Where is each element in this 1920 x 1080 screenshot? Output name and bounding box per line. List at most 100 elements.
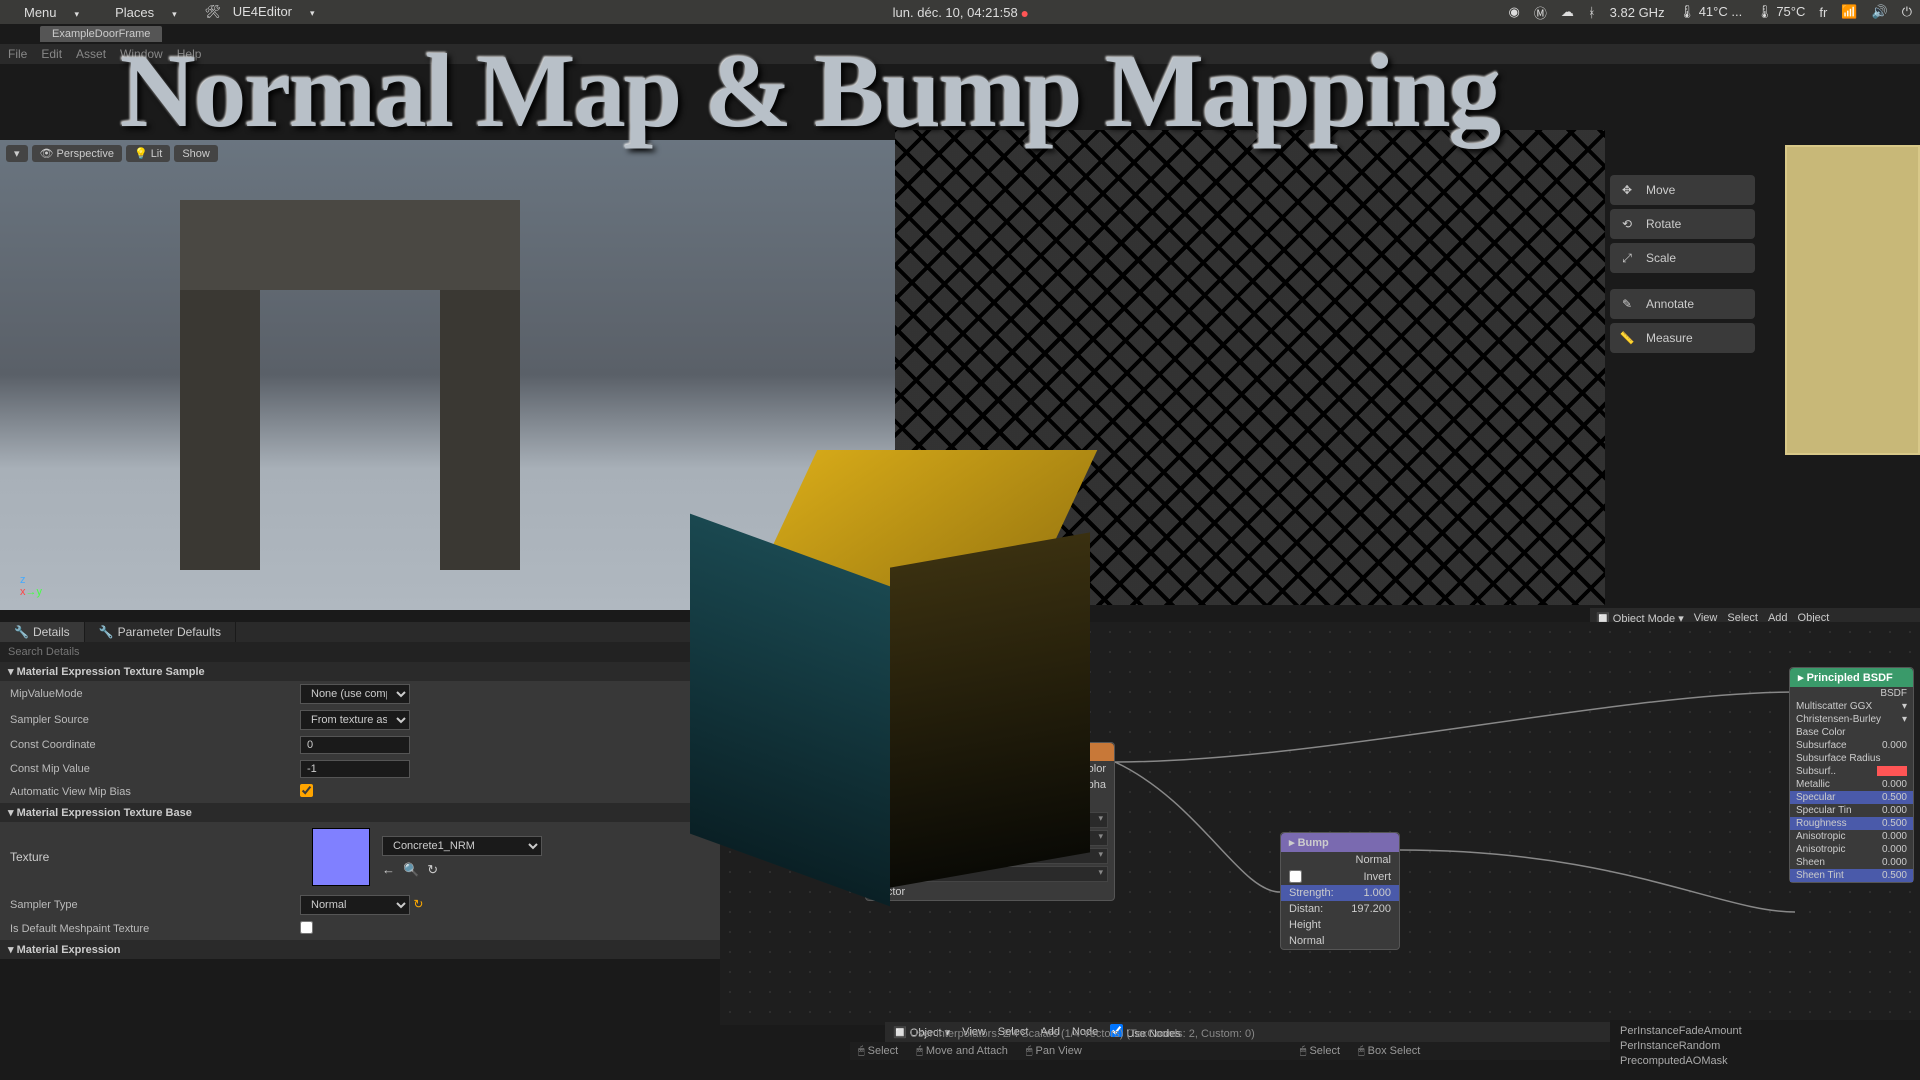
list-item[interactable]: PerInstanceRandom [1620,1039,1910,1054]
constmip-input[interactable] [300,760,410,778]
image-icon[interactable]: 🖼 [874,795,888,808]
output-alpha[interactable]: Alpha [1078,779,1106,791]
samplertype-select[interactable]: Normal [300,895,410,915]
label-constmip: Const Mip Value [10,763,300,775]
tool-rotate[interactable]: ⟲Rotate [1610,209,1755,239]
constcoord-input[interactable] [300,736,410,754]
tab-parameter-defaults[interactable]: 🔧 Parameter Defaults [85,622,236,642]
node-header[interactable]: ▸ Bump [1281,833,1399,852]
rotate-icon: ⟲ [1618,215,1636,233]
network-icon[interactable]: 📶 [1841,4,1857,20]
mipvaluemode-select[interactable]: None (use computed mip level) [300,684,410,704]
menu-window[interactable]: Window [120,47,163,61]
section-header[interactable]: ▾ Material Expression [0,940,720,959]
clock: lun. déc. 10, 04:21:58 [893,5,1028,20]
node-header[interactable] [866,743,1114,761]
principled-bsdf-node[interactable]: ▸ Principled BSDF BSDF Multiscatter GGX▾… [1789,667,1914,883]
bsdf-param[interactable]: Subsurface0.000 [1790,739,1913,752]
unlink-icon[interactable]: ✕ [910,795,919,808]
bsdf-param[interactable]: Sheen Tint0.500 [1790,869,1913,882]
menu-asset[interactable]: Asset [76,47,106,61]
strength-field[interactable]: Strength:1.000 [1281,885,1399,901]
automip-checkbox[interactable] [300,784,313,797]
samplersource-select[interactable]: From texture asset [300,710,410,730]
show-button[interactable]: Show [174,145,218,162]
tool-scale[interactable]: ⤢Scale [1610,243,1755,273]
viewport-dropdown[interactable]: ▾ [6,145,28,162]
invert-checkbox[interactable] [1289,870,1302,883]
input-normal[interactable]: Normal [1289,935,1324,947]
bsdf-param[interactable]: Roughness0.500 [1790,817,1913,830]
search-details-input[interactable] [0,642,720,662]
browse-asset-icon[interactable]: 🔍 [403,862,419,878]
bsdf-param[interactable]: Anisotropic0.000 [1790,830,1913,843]
blender-3d-viewport[interactable] [895,130,1605,605]
list-item[interactable]: PrecomputedAOMask [1620,1054,1910,1069]
tray-icon[interactable]: ◉ [1508,4,1519,20]
lit-button[interactable]: 💡 Lit [126,145,170,162]
output-color[interactable]: Color [1080,763,1106,775]
places-button[interactable]: Places▾ [99,3,193,22]
defaultmesh-checkbox[interactable] [300,921,313,934]
tool-panel: ✥Move ⟲Rotate ⤢Scale ✎Annotate 📏Measure [1610,175,1755,353]
interp-select[interactable] [872,812,1108,828]
tab-exampledoorframe[interactable]: ExampleDoorFrame [40,26,162,42]
bsdf-param[interactable]: Base Color [1790,726,1913,739]
tool-move[interactable]: ✥Move [1610,175,1755,205]
label-texture: Texture [10,850,300,864]
section-header[interactable]: ▾ Material Expression Texture Sample [0,662,720,681]
app-indicator[interactable]: 🛠 UE4Editor▾ [197,2,331,22]
output-normal[interactable]: Normal [1356,854,1391,866]
bsdf-param[interactable]: Sheen0.000 [1790,856,1913,869]
sss-method-select[interactable]: Christensen-Burley▾ [1790,713,1913,726]
tool-measure[interactable]: 📏Measure [1610,323,1755,353]
output-bsdf[interactable]: BSDF [1880,688,1907,699]
temp1: 🌡 41°C ... [1679,4,1743,20]
reset-icon[interactable]: ↻ [413,897,423,911]
section-header[interactable]: ▾ Material Expression Texture Base [0,803,720,822]
texture-thumbnail[interactable] [312,828,370,886]
tool-annotate[interactable]: ✎Annotate [1610,289,1755,319]
tab-details[interactable]: 🔧 Details [0,622,85,642]
scale-icon: ⤢ [1618,249,1636,267]
label-mipvaluemode: MipValueMode [10,688,300,700]
bsdf-param[interactable]: Anisotropic0.000 [1790,843,1913,856]
projection-select[interactable] [872,830,1108,846]
temp2: 🌡 75°C [1756,4,1805,20]
uv-image-panel[interactable] [1785,145,1920,455]
menu-edit[interactable]: Edit [41,47,62,61]
distribution-select[interactable]: Multiscatter GGX▾ [1790,700,1913,713]
tray-icon[interactable]: Ⓜ [1534,3,1547,22]
bsdf-param[interactable]: Subsurf.. [1790,765,1913,778]
bsdf-param[interactable]: Subsurface Radius [1790,752,1913,765]
volume-icon[interactable]: 🔊 [1872,4,1888,20]
open-icon[interactable]: 📁 [892,795,906,808]
distance-field[interactable]: Distan:197.200 [1281,901,1399,917]
reset-asset-icon[interactable]: ↻ [427,862,438,878]
lang-indicator[interactable]: fr [1819,5,1827,20]
bsdf-param[interactable]: Specular0.500 [1790,791,1913,804]
ue4-3d-viewport[interactable]: zx→y [0,140,895,610]
input-height[interactable]: Height [1289,919,1321,931]
input-vector[interactable]: Vector [874,886,905,898]
bsdf-param[interactable]: Specular Tin0.000 [1790,804,1913,817]
colorspace-select[interactable] [872,866,1108,882]
power-icon[interactable]: ⏻ [1902,4,1912,20]
menu-help[interactable]: Help [177,47,202,61]
use-asset-icon[interactable]: ← [382,862,395,878]
measure-icon: 📏 [1618,329,1636,347]
menu-button[interactable]: Menu▾ [8,3,95,22]
node-header[interactable]: ▸ Principled BSDF [1790,668,1913,687]
list-item[interactable]: PerInstanceFadeAmount [1620,1024,1910,1039]
bump-node[interactable]: ▸ Bump Normal Invert Strength:1.000 Dist… [1280,832,1400,950]
menu-file[interactable]: File [8,47,27,61]
extension-select[interactable] [872,848,1108,864]
perspective-button[interactable]: 👁 Perspective [32,145,122,162]
details-panel: 🔧 Details 🔧 Parameter Defaults ▾ Materia… [0,622,720,959]
image-texture-node[interactable]: Color Alpha 🖼 📁 ✕ Vector [865,742,1115,901]
tray-icon[interactable]: ☁ [1561,4,1574,20]
bluetooth-icon[interactable]: ᚼ [1588,5,1596,20]
texture-asset-select[interactable]: Concrete1_NRM [382,836,542,856]
bsdf-param[interactable]: Metallic0.000 [1790,778,1913,791]
node-editor[interactable]: Color Alpha 🖼 📁 ✕ Vector ▸ Bump Normal I… [720,622,1920,1025]
